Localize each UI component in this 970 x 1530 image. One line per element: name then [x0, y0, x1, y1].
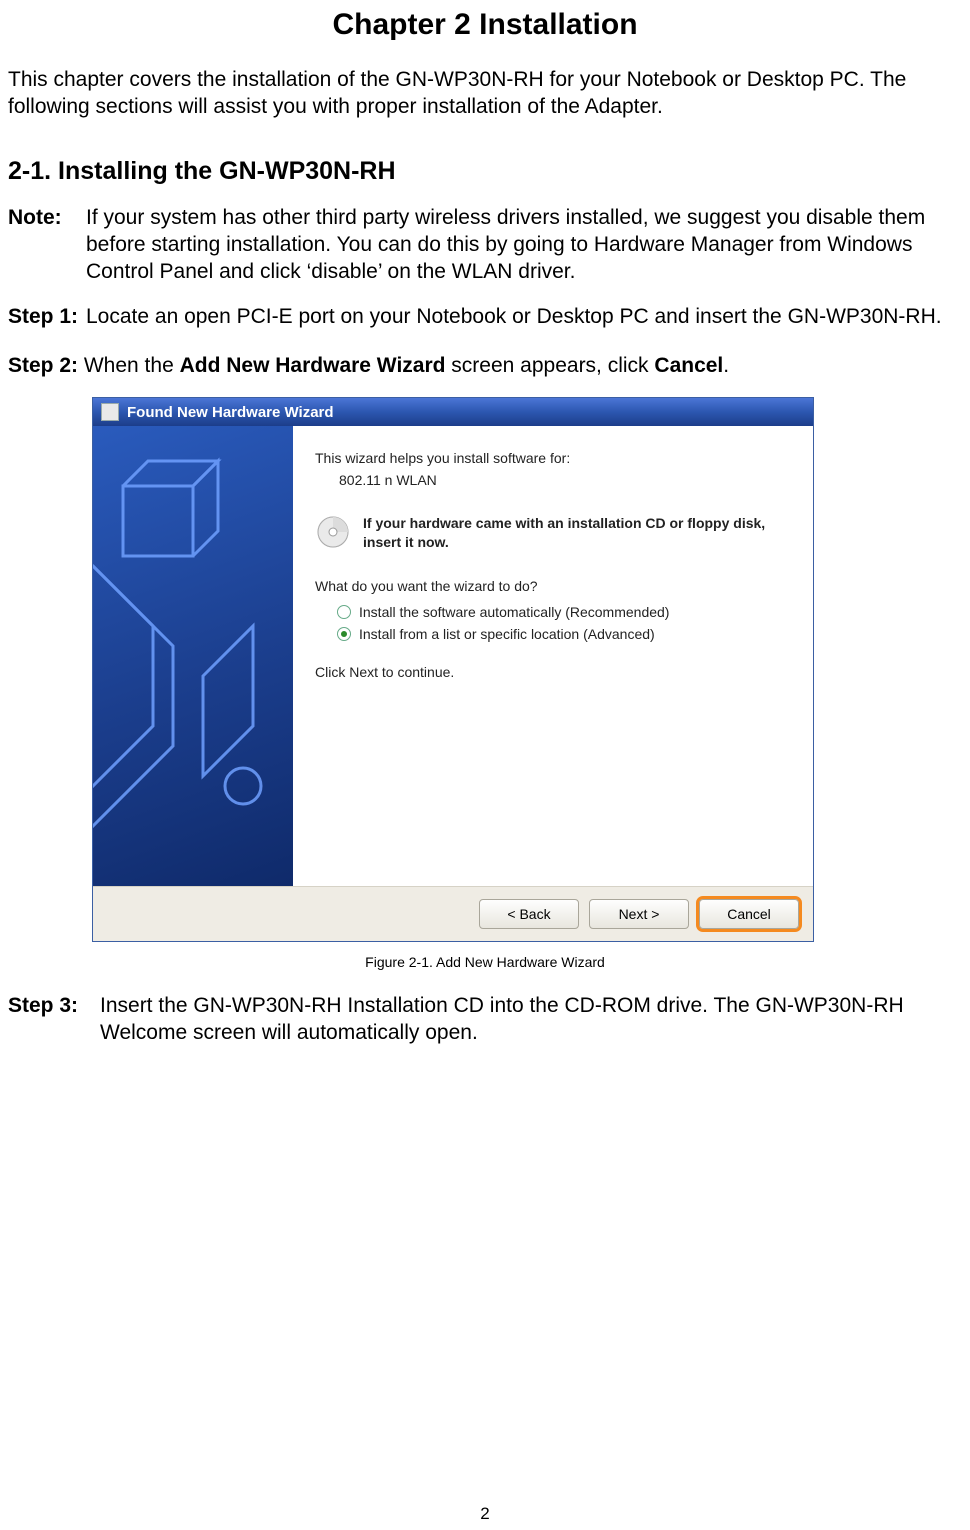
radio-icon	[337, 605, 351, 619]
step-2-label: Step 2:	[8, 354, 78, 377]
note-label: Note:	[8, 204, 86, 231]
wizard-side-art	[93, 426, 293, 886]
radio-label-2: Install from a list or specific location…	[359, 626, 655, 642]
step-1-label: Step 1:	[8, 303, 86, 330]
wizard-button-row: < Back Next > Cancel	[93, 886, 813, 941]
step-3: Step 3: Insert the GN-WP30N-RH Installat…	[8, 992, 962, 1047]
step-2-post: .	[723, 354, 729, 377]
step-2: Step 2: When the Add New Hardware Wizard…	[8, 352, 962, 379]
step-3-text: Insert the GN-WP30N-RH Installation CD i…	[100, 992, 962, 1047]
step-1: Step 1: Locate an open PCI-E port on you…	[8, 303, 962, 330]
step-2-pre: When the	[84, 354, 180, 377]
page-number: 2	[480, 1504, 489, 1524]
step-2-bold1: Add New Hardware Wizard	[180, 354, 446, 377]
radio-option-advanced[interactable]: Install from a list or specific location…	[337, 626, 791, 642]
chapter-intro: This chapter covers the installation of …	[8, 66, 962, 121]
wizard-line1: This wizard helps you install software f…	[315, 450, 791, 466]
radio-icon-checked	[337, 627, 351, 641]
next-button[interactable]: Next >	[589, 899, 689, 929]
step-3-label: Step 3:	[8, 992, 86, 1019]
cd-icon	[315, 514, 351, 550]
wizard-titlebar: Found New Hardware Wizard	[93, 398, 813, 426]
radio-option-auto[interactable]: Install the software automatically (Reco…	[337, 604, 791, 620]
wizard-title-icon	[101, 403, 119, 421]
wizard-cd-text: If your hardware came with an installati…	[363, 514, 791, 552]
wizard-device: 802.11 n WLAN	[339, 472, 791, 488]
wizard-figure: Found New Hardware Wizard	[92, 397, 962, 942]
wizard-window: Found New Hardware Wizard	[92, 397, 814, 942]
wizard-prompt: What do you want the wizard to do?	[315, 578, 791, 594]
section-heading: 2-1. Installing the GN-WP30N-RH	[8, 157, 962, 186]
note-text: If your system has other third party wir…	[86, 204, 962, 286]
radio-label-1: Install the software automatically (Reco…	[359, 604, 669, 620]
wizard-title-text: Found New Hardware Wizard	[127, 404, 334, 421]
step-2-bold2: Cancel	[654, 354, 723, 377]
cancel-button[interactable]: Cancel	[699, 899, 799, 929]
step-1-text: Locate an open PCI-E port on your Notebo…	[86, 303, 962, 330]
back-button[interactable]: < Back	[479, 899, 579, 929]
figure-caption: Figure 2-1. Add New Hardware Wizard	[8, 954, 962, 970]
step-2-mid: screen appears, click	[445, 354, 654, 377]
note-block: Note: If your system has other third par…	[8, 204, 962, 286]
wizard-content: This wizard helps you install software f…	[293, 426, 813, 886]
wizard-click-next: Click Next to continue.	[315, 664, 791, 680]
chapter-title: Chapter 2 Installation	[8, 8, 962, 42]
